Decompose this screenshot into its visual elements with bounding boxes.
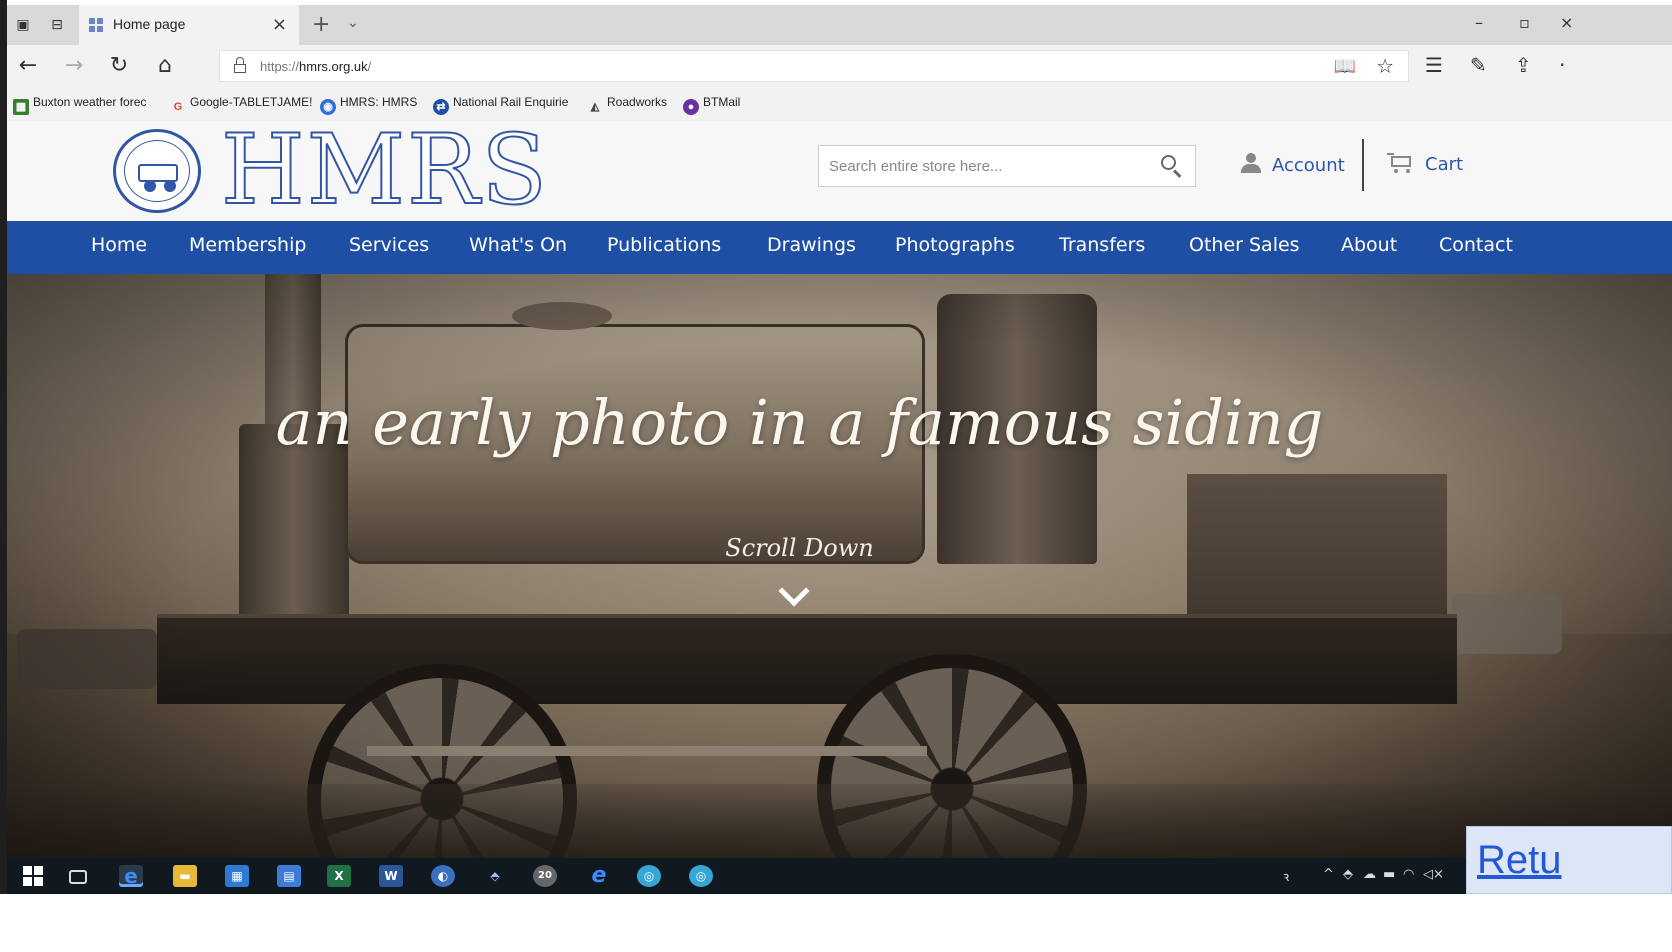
wifi-icon[interactable]: ◠ (1403, 867, 1414, 882)
cart-label: Cart (1425, 154, 1464, 175)
nav-contact[interactable]: Contact (1439, 234, 1513, 256)
browser-tab-bar: ▣ ⊟ Home page × + ⌄ – ▫ × (7, 5, 1672, 45)
cart-link[interactable]: Cart (1387, 153, 1463, 175)
search-input[interactable] (819, 146, 1149, 186)
bt-icon: ● (683, 99, 699, 115)
more-icon[interactable]: · (1559, 53, 1565, 77)
nav-membership[interactable]: Membership (189, 234, 306, 256)
google-icon: G (173, 101, 183, 113)
browser-toolbar: ← → ↻ ⌂ https://hmrs.org.uk/ 📖 ☆ ☰ ✎ ⇪ · (7, 45, 1672, 87)
close-window-icon[interactable]: × (1560, 13, 1573, 32)
hero-banner: an early photo in a famous siding Scroll… (7, 274, 1672, 858)
home-icon[interactable]: ⌂ (150, 51, 180, 81)
return-button[interactable]: Retu (1466, 826, 1672, 894)
web-note-icon[interactable]: ✎ (1470, 53, 1487, 77)
user-icon (1240, 153, 1262, 173)
header-divider (1362, 139, 1364, 191)
favorite-national-rail[interactable]: ⇄ National Rail Enquirie (433, 95, 568, 115)
nav-drawings[interactable]: Drawings (767, 234, 856, 256)
favorite-google[interactable]: G Google-TABLETJAME! (170, 95, 313, 115)
app-circle-icon[interactable]: ◎ (689, 865, 713, 887)
file-explorer-icon[interactable]: ▬ (173, 865, 197, 887)
favorite-buxton-weather[interactable]: ▦ Buxton weather forec (13, 95, 146, 115)
start-icon[interactable] (23, 866, 43, 886)
tab-title: Home page (113, 16, 186, 32)
favorite-roadworks[interactable]: ◭ Roadworks (587, 95, 667, 115)
add-favorite-star-icon[interactable]: ☆ (1376, 54, 1394, 78)
store-icon[interactable]: ▦ (225, 865, 249, 887)
nav-other-sales[interactable]: Other Sales (1189, 234, 1300, 256)
tab-list-chevron-icon[interactable]: ⌄ (347, 15, 359, 31)
back-icon[interactable]: ← (13, 51, 43, 81)
volume-muted-icon[interactable]: ◁× (1423, 867, 1444, 882)
dropbox-tray-icon[interactable]: ⬘ (1343, 867, 1353, 882)
word-icon[interactable]: W (379, 865, 403, 887)
nav-services[interactable]: Services (349, 234, 429, 256)
task-view-icon[interactable] (69, 870, 87, 884)
nav-about[interactable]: About (1341, 234, 1397, 256)
tab-preview-icon[interactable]: ▣ (13, 15, 33, 35)
nav-transfers[interactable]: Transfers (1059, 234, 1145, 256)
app-circle-icon[interactable]: ◎ (637, 865, 661, 887)
address-bar[interactable]: https://hmrs.org.uk/ 📖 ☆ (219, 50, 1409, 82)
search-icon[interactable] (1161, 155, 1183, 178)
cart-icon (1387, 153, 1415, 173)
forward-icon[interactable]: → (59, 51, 89, 81)
show-hidden-icons-chevron-icon[interactable]: ^ (1323, 867, 1334, 882)
new-tab-icon[interactable]: + (312, 12, 330, 37)
internet-explorer-icon[interactable]: e (587, 865, 611, 887)
society-seal-logo[interactable] (113, 129, 201, 213)
onedrive-icon[interactable]: ☁ (1363, 867, 1376, 882)
set-tabs-aside-icon[interactable]: ⊟ (47, 15, 67, 35)
dropbox-icon[interactable]: ⬘ (483, 865, 507, 887)
edge-browser-icon[interactable]: e (119, 865, 143, 887)
url-text: https://hmrs.org.uk/ (260, 59, 372, 74)
nav-whats-on[interactable]: What's On (469, 234, 567, 256)
minimize-icon[interactable]: – (1475, 13, 1483, 32)
site-favicon-icon (89, 18, 103, 32)
account-label: Account (1272, 155, 1345, 176)
favorite-hmrs[interactable]: ◉ HMRS: HMRS (320, 95, 417, 115)
refresh-icon[interactable]: ↻ (104, 51, 134, 81)
main-navigation: Home Membership Services What's On Publi… (7, 221, 1672, 274)
globe-icon: ◉ (320, 99, 336, 115)
site-logo-text[interactable]: HMRS (220, 121, 549, 219)
weather-icon: ▦ (13, 99, 29, 115)
browser-tab-home[interactable]: Home page × (79, 5, 299, 45)
hero-tagline: an early photo in a famous siding (275, 386, 1324, 459)
nav-publications[interactable]: Publications (607, 234, 721, 256)
nav-home[interactable]: Home (91, 234, 147, 256)
battery-icon[interactable]: ▬ (1383, 867, 1395, 882)
site-header: HMRS Account Cart (7, 121, 1672, 221)
maximize-icon[interactable]: ▫ (1519, 13, 1530, 32)
scroll-down-label[interactable]: Scroll Down (7, 534, 1592, 562)
page-margin (0, 894, 1672, 952)
favorite-btmail[interactable]: ● BTMail (683, 95, 740, 115)
calendar-badge-icon[interactable]: 20 (533, 865, 557, 887)
people-tray-icon[interactable]: ꝛ (1283, 867, 1289, 885)
excel-icon[interactable]: X (327, 865, 351, 887)
store-search (818, 145, 1196, 187)
lock-icon (234, 57, 246, 73)
window-edge (0, 0, 7, 952)
rail-icon: ⇄ (433, 99, 449, 115)
app-icon[interactable]: ▤ (277, 865, 301, 887)
windows-taskbar: e ▬ ▦ ▤ X W ◐ ⬘ 20 e ◎ ◎ ꝛ ^ ⬘ ☁ ▬ ◠ ◁× (7, 858, 1672, 894)
roadworks-icon: ◭ (590, 101, 600, 113)
share-icon[interactable]: ⇪ (1515, 53, 1532, 77)
nav-photographs[interactable]: Photographs (895, 234, 1015, 256)
favorites-hub-icon[interactable]: ☰ (1425, 53, 1443, 77)
people-icon[interactable]: ◐ (431, 865, 455, 887)
reading-view-icon[interactable]: 📖 (1334, 56, 1356, 77)
account-link[interactable]: Account (1240, 153, 1345, 176)
close-tab-icon[interactable]: × (272, 14, 287, 35)
